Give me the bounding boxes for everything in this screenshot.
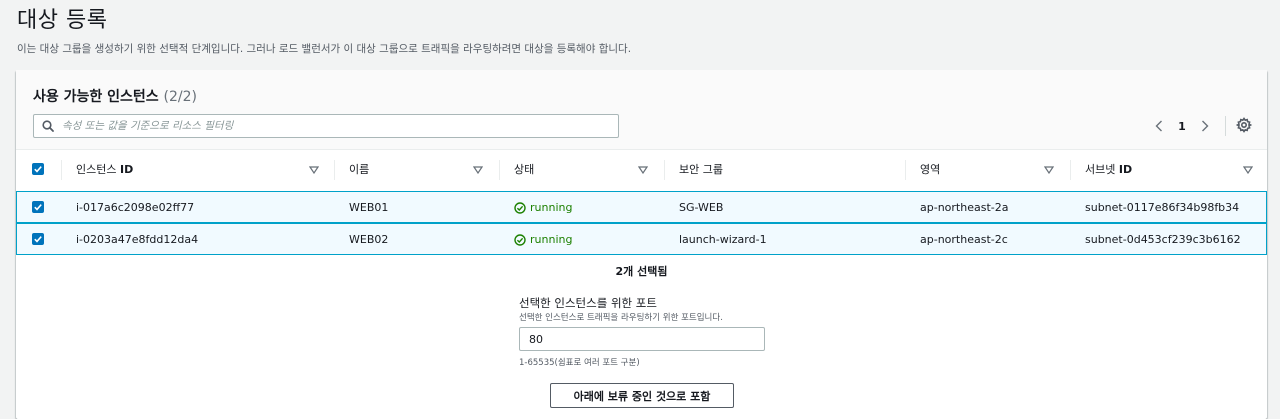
pager-divider (1225, 116, 1226, 136)
search-box (33, 114, 619, 138)
instance-state: running (514, 201, 572, 214)
column-header-name[interactable]: 이름 (349, 150, 369, 188)
check-icon (34, 236, 42, 243)
port-input[interactable] (519, 327, 765, 351)
check-icon (34, 166, 42, 173)
selected-count: 2개 선택됨 (615, 265, 668, 278)
sort-caret-icon[interactable] (309, 166, 319, 174)
column-divider (499, 160, 500, 180)
column-label: 상태 (514, 163, 535, 176)
include-as-pending-button[interactable]: 아래에 보류 중인 것으로 포함 (550, 383, 734, 408)
column-header-zone[interactable]: 영역 (920, 150, 940, 188)
column-divider (905, 160, 906, 180)
column-header-state[interactable]: 상태 (514, 150, 534, 188)
column-header-instance-id[interactable]: 인스턴스 ID (76, 150, 133, 188)
sort-caret-icon[interactable] (638, 166, 648, 174)
column-divider (1070, 160, 1071, 180)
column-divider (664, 160, 665, 180)
column-label: 서브넷 (1085, 163, 1119, 176)
search-icon (42, 120, 54, 132)
column-divider (61, 160, 62, 180)
availability-zone: ap-northeast-2c (920, 233, 1008, 246)
sort-caret-icon[interactable] (473, 166, 483, 174)
security-group: SG-WEB (679, 201, 724, 214)
panel-title: 사용 가능한 인스턴스 (2/2) (33, 86, 197, 106)
page-title: 대상 등록 (17, 8, 108, 33)
instance-id: i-017a6c2098e02ff77 (76, 201, 195, 214)
page-description: 이는 대상 그룹을 생성하기 위한 선택적 단계입니다. 그러나 로드 밸런서가… (17, 43, 632, 55)
column-header-security-group[interactable]: 보안 그룹 (679, 150, 723, 188)
column-label-bold: ID (119, 163, 134, 176)
table-row[interactable]: i-0203a47e8fdd12da4 WEB02 running launch… (16, 223, 1267, 255)
success-check-icon (514, 201, 526, 214)
chevron-left-icon[interactable] (1151, 117, 1167, 135)
instance-name: WEB02 (349, 233, 389, 246)
select-all-checkbox[interactable] (32, 163, 44, 175)
instance-state: running (514, 233, 572, 246)
column-label: 이름 (349, 163, 370, 176)
panel-header: 사용 가능한 인스턴스 (2/2) 1 (16, 70, 1267, 150)
state-label: running (530, 201, 573, 214)
instance-id: i-0203a47e8fdd12da4 (76, 233, 199, 246)
subnet-id: subnet-0d453cf239c3b6162 (1085, 233, 1241, 246)
availability-zone: ap-northeast-2a (920, 201, 1009, 214)
subnet-id: subnet-0117e86f34b98fb34 (1085, 201, 1240, 214)
column-divider (334, 160, 335, 180)
pagination: 1 (1151, 116, 1213, 136)
instance-count: (2/2) (163, 89, 198, 105)
column-header-subnet-id[interactable]: 서브넷 ID (1085, 150, 1132, 188)
search-input[interactable] (62, 116, 612, 136)
gear-icon[interactable] (1236, 117, 1252, 133)
row-checkbox[interactable] (32, 201, 44, 213)
panel-title-text: 사용 가능한 인스턴스 (33, 89, 159, 105)
page-number[interactable]: 1 (1167, 120, 1197, 133)
row-checkbox[interactable] (32, 233, 44, 245)
success-check-icon (514, 233, 526, 246)
sort-caret-icon[interactable] (1044, 166, 1054, 174)
chevron-right-icon[interactable] (1197, 117, 1213, 135)
port-label: 선택한 인스턴스를 위한 포트 (519, 296, 657, 310)
sort-caret-icon[interactable] (1243, 166, 1253, 174)
instance-name: WEB01 (349, 201, 389, 214)
column-label: 인스턴스 (76, 163, 120, 176)
state-label: running (530, 233, 573, 246)
column-label-bold: ID (1118, 163, 1133, 176)
check-icon (34, 204, 42, 211)
available-instances-panel: 사용 가능한 인스턴스 (2/2) 1 (16, 70, 1267, 419)
port-hint: 1-65535(쉼표로 여러 포트 구분) (519, 358, 640, 368)
table-row[interactable]: i-017a6c2098e02ff77 WEB01 running SG-WEB… (16, 191, 1267, 223)
port-description: 선택한 인스턴스로 트래픽을 라우팅하기 위한 포트입니다. (519, 313, 723, 323)
column-label: 영역 (920, 163, 941, 176)
column-label: 보안 그룹 (679, 163, 723, 176)
security-group: launch-wizard-1 (679, 233, 767, 246)
